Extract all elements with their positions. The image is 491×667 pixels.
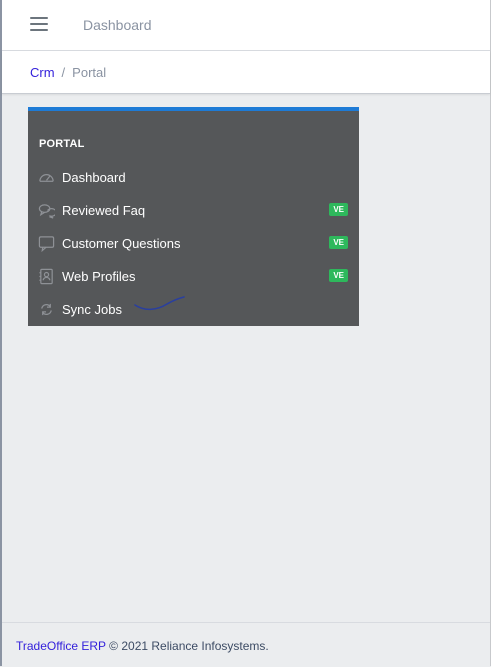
page-footer: TradeOffice ERP © 2021 Reliance Infosyst…	[2, 622, 490, 667]
breadcrumb-crm-link[interactable]: Crm	[30, 65, 55, 80]
menu-item-label: Dashboard	[62, 170, 126, 185]
contact-icon	[38, 268, 55, 285]
breadcrumb-current: Portal	[72, 65, 107, 80]
speedometer-icon	[38, 169, 55, 186]
hamburger-icon[interactable]	[30, 17, 48, 33]
menu-item-customer-questions[interactable]: Customer Questions VE	[28, 228, 359, 258]
chat-bubbles-icon	[38, 202, 55, 219]
menu-item-web-profiles[interactable]: Web Profiles VE	[28, 261, 359, 291]
breadcrumb-separator: /	[61, 65, 66, 80]
header-dashboard-link[interactable]: Dashboard	[83, 17, 152, 33]
footer-brand-link[interactable]: TradeOffice ERP	[16, 639, 106, 653]
subheader: Crm / Portal	[2, 51, 490, 94]
footer-copyright: © 2021 Reliance Infosystems.	[109, 639, 269, 653]
sync-icon	[38, 301, 55, 318]
menu-item-label: Reviewed Faq	[62, 203, 146, 218]
menu-item-label: Web Profiles	[62, 269, 136, 284]
page-left-border	[0, 0, 2, 666]
menu-item-sync-jobs[interactable]: Sync Jobs	[28, 294, 359, 324]
footer-text: TradeOffice ERP © 2021 Reliance Infosyst…	[16, 639, 269, 653]
portal-menu-title: PORTAL	[39, 138, 85, 150]
status-badge: VE	[329, 269, 348, 282]
breadcrumb: Crm / Portal	[30, 65, 106, 80]
menu-item-label: Sync Jobs	[62, 302, 122, 317]
status-badge: VE	[329, 236, 348, 249]
top-header: Dashboard	[2, 0, 490, 51]
menu-item-reviewed-faq[interactable]: Reviewed Faq VE	[28, 195, 359, 225]
menu-item-label: Customer Questions	[62, 236, 181, 251]
status-badge: VE	[329, 203, 348, 216]
portal-menu-card: PORTAL Dashboard Reviewed Faq VE Custome…	[28, 107, 359, 326]
menu-item-dashboard[interactable]: Dashboard	[28, 162, 359, 192]
comment-square-icon	[38, 235, 55, 252]
